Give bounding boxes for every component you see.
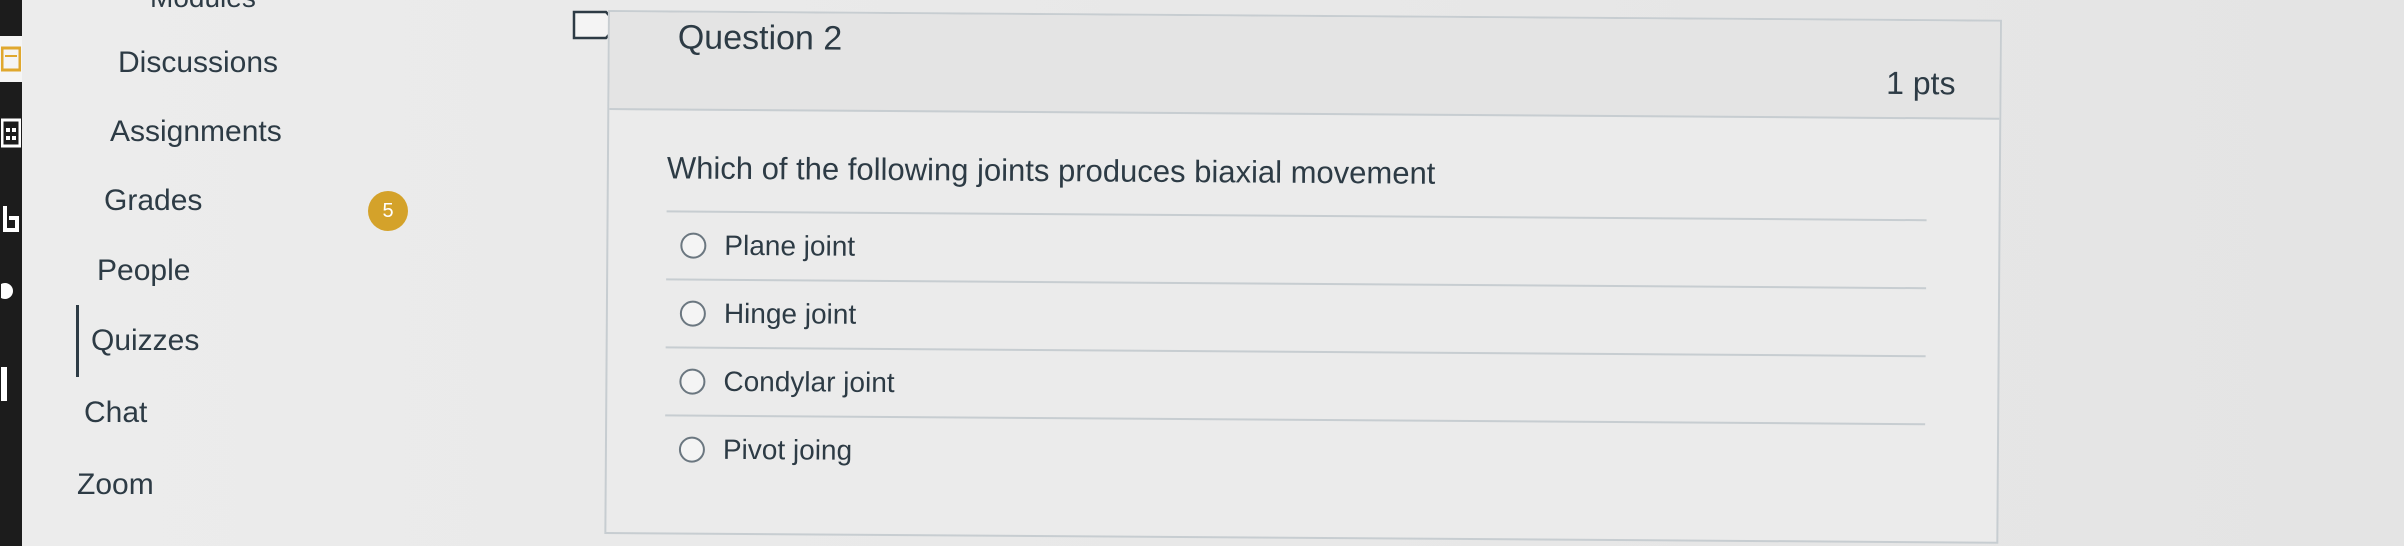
answer-label: Plane joint xyxy=(724,229,856,262)
active-item-indicator xyxy=(76,305,79,377)
radio-button[interactable] xyxy=(679,300,706,327)
help-icon[interactable] xyxy=(0,268,22,314)
nav-icon[interactable] xyxy=(0,360,22,406)
question-title: Question 2 xyxy=(677,18,843,58)
global-nav xyxy=(0,0,22,546)
question-header: Question 2 1 pts xyxy=(609,12,2000,120)
answer-label: Hinge joint xyxy=(723,297,857,330)
answer-option[interactable]: Plane joint xyxy=(666,210,1927,288)
inbox-icon[interactable] xyxy=(0,36,22,82)
history-icon[interactable] xyxy=(0,196,22,242)
answer-list: Plane joint Hinge joint Condylar joint P… xyxy=(664,210,1927,492)
quiz-page: Modules Discussions Assignments Grades 5… xyxy=(0,0,2404,546)
sidebar-item-grades[interactable]: Grades xyxy=(104,184,202,218)
sidebar-item-assignments[interactable]: Assignments xyxy=(110,115,282,149)
grades-count-badge: 5 xyxy=(368,191,408,231)
radio-button[interactable] xyxy=(678,436,706,463)
question-points: 1 pts xyxy=(1886,64,1956,102)
question-text: Which of the following joints produces b… xyxy=(666,150,1436,191)
calendar-icon[interactable] xyxy=(0,110,22,156)
answer-label: Condylar joint xyxy=(723,365,895,399)
radio-button[interactable] xyxy=(680,232,707,259)
question-body: Which of the following joints produces b… xyxy=(607,110,2000,492)
sidebar-item-chat[interactable]: Chat xyxy=(84,396,147,430)
sidebar-item-discussions[interactable]: Discussions xyxy=(118,46,278,80)
sidebar-item-zoom[interactable]: Zoom xyxy=(77,468,154,502)
answer-option[interactable]: Pivot joing xyxy=(664,414,1926,492)
sidebar-item-people[interactable]: People xyxy=(97,254,190,288)
answer-option[interactable]: Hinge joint xyxy=(665,278,1927,356)
sidebar-item-quizzes[interactable]: Quizzes xyxy=(91,324,199,358)
radio-button[interactable] xyxy=(679,368,706,395)
answer-option[interactable]: Condylar joint xyxy=(665,346,1926,424)
sidebar-item-modules[interactable]: Modules xyxy=(150,0,256,14)
answer-label: Pivot joing xyxy=(722,433,853,466)
question-card: Question 2 1 pts Which of the following … xyxy=(604,10,2002,544)
